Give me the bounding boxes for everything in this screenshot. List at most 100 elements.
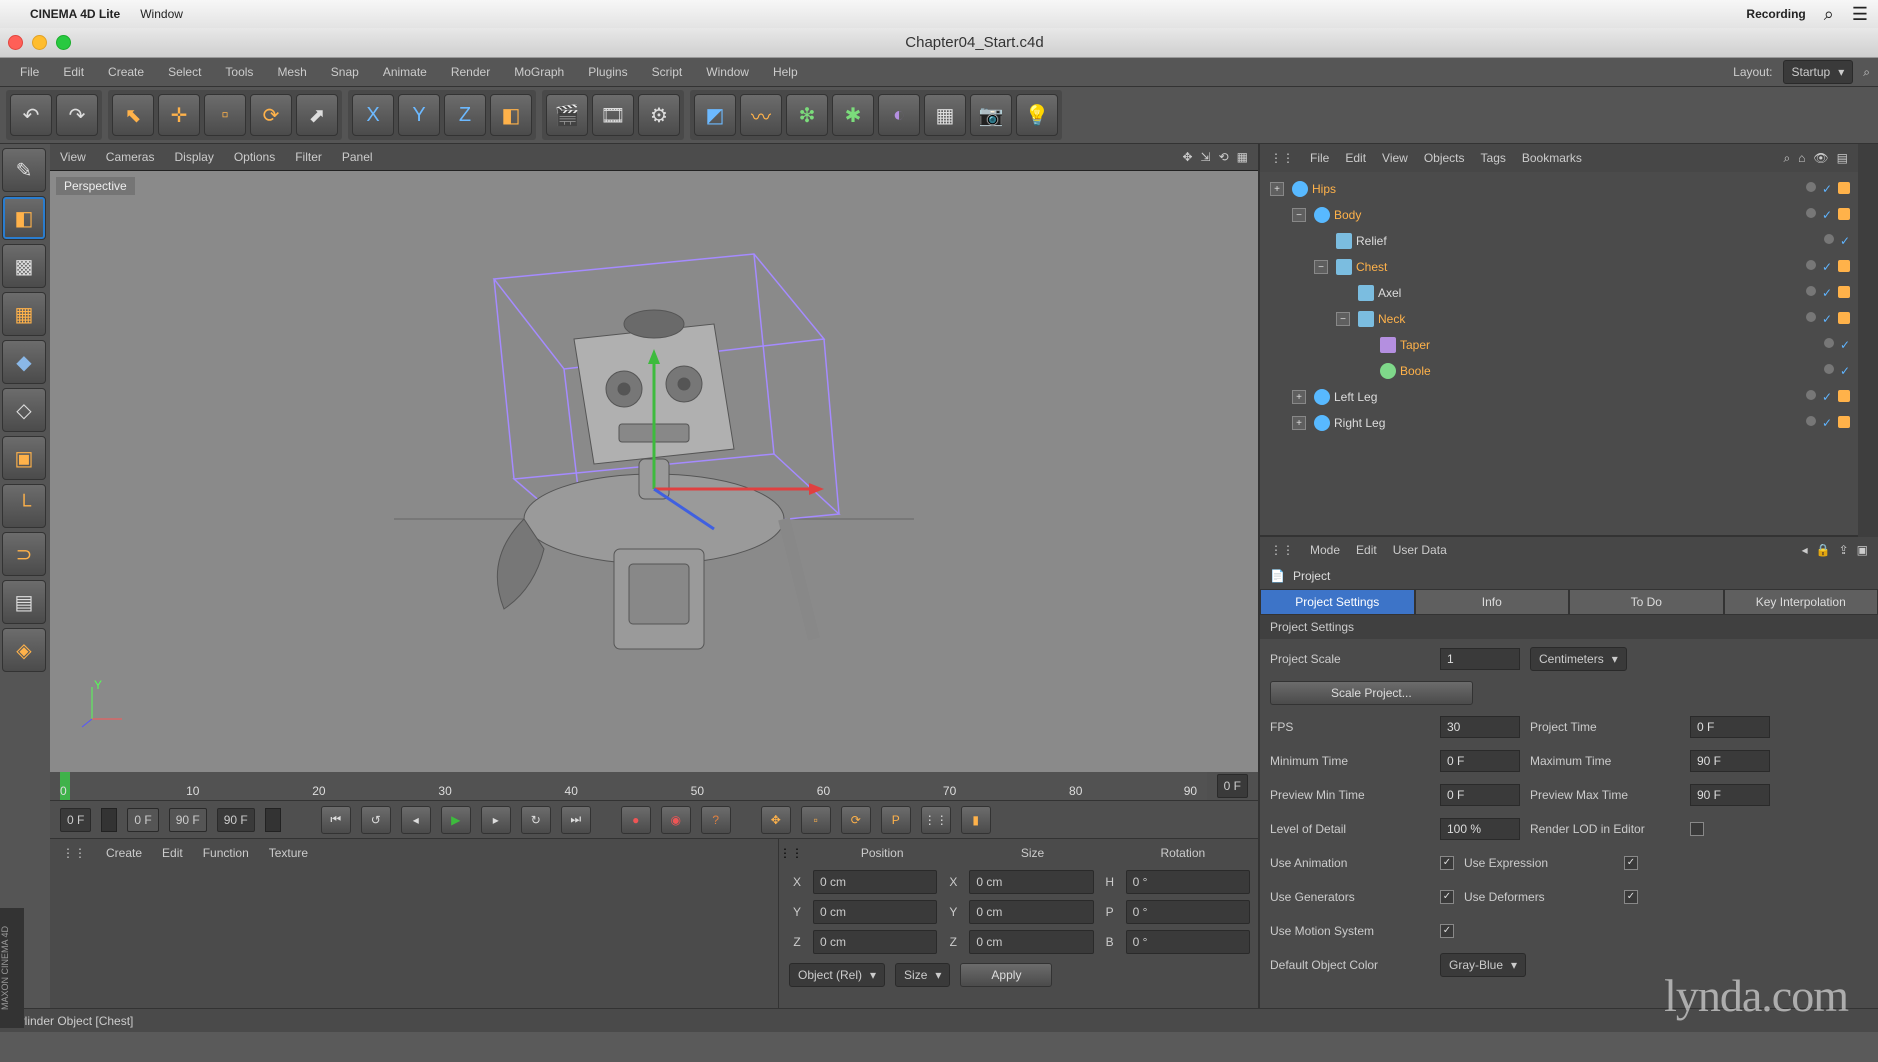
expand-toggle[interactable]: + (1270, 182, 1284, 196)
mm-edit[interactable]: Edit (162, 846, 183, 860)
tree-row[interactable]: + Left Leg✓ (1260, 384, 1858, 410)
vp-menu-cameras[interactable]: Cameras (106, 150, 155, 164)
tree-row[interactable]: Axel✓ (1260, 280, 1858, 306)
scale-project-button[interactable]: Scale Project... (1270, 681, 1473, 705)
object-name[interactable]: Right Leg (1334, 416, 1806, 430)
project-scale-field[interactable]: 1 (1440, 648, 1520, 670)
vp-nav-zoom-icon[interactable]: ⇲ (1201, 150, 1211, 164)
snap-toggle-button[interactable]: ⊃ (2, 532, 46, 576)
texture-mode-button[interactable]: ▩ (2, 244, 46, 288)
menu-script[interactable]: Script (640, 65, 695, 79)
mm-create[interactable]: Create (106, 846, 142, 860)
size-y-field[interactable]: 0 cm (969, 900, 1093, 924)
object-name[interactable]: Hips (1312, 182, 1806, 196)
menu-create[interactable]: Create (96, 65, 156, 79)
coords-grip-icon[interactable]: ⋮⋮ (779, 846, 803, 860)
key-parameter-button[interactable]: P (881, 806, 911, 834)
pos-y-field[interactable]: 0 cm (813, 900, 937, 924)
next-frame-button[interactable]: ▸ (481, 806, 511, 834)
points-mode-button[interactable]: ◆ (2, 340, 46, 384)
tree-row[interactable]: + Hips✓ (1260, 176, 1858, 202)
visibility-dots[interactable]: ✓ (1824, 364, 1850, 378)
object-name[interactable]: Chest (1356, 260, 1806, 274)
om-flat-icon[interactable]: ▤ (1837, 151, 1848, 166)
rot-b-field[interactable]: 0 ° (1126, 930, 1250, 954)
om-search-icon[interactable]: ⌕ (1783, 151, 1790, 166)
visibility-dots[interactable]: ✓ (1806, 182, 1850, 196)
object-name[interactable]: Left Leg (1334, 390, 1806, 404)
menu-plugins[interactable]: Plugins (576, 65, 639, 79)
om-file[interactable]: File (1310, 151, 1329, 165)
tree-row[interactable]: Relief✓ (1260, 228, 1858, 254)
om-edit[interactable]: Edit (1345, 151, 1366, 165)
primitive-cube-button[interactable]: ◩ (694, 94, 736, 136)
visibility-dots[interactable]: ✓ (1824, 338, 1850, 352)
timeline-ruler[interactable]: 0 10 20 30 40 50 60 70 80 90 (60, 772, 1207, 800)
go-end-button[interactable]: ⏭ (561, 806, 591, 834)
apply-button[interactable]: Apply (960, 963, 1052, 987)
tree-row[interactable]: −Chest✓ (1260, 254, 1858, 280)
layout-dropdown[interactable]: Startup ▾ (1783, 60, 1854, 84)
autokey-button[interactable]: ◉ (661, 806, 691, 834)
menu-select[interactable]: Select (156, 65, 213, 79)
spinner[interactable] (265, 808, 281, 832)
axis-mode-button[interactable]: └ (2, 484, 46, 528)
vp-menu-filter[interactable]: Filter (295, 150, 322, 164)
min-time-field[interactable]: 0 F (1440, 750, 1520, 772)
close-icon[interactable] (8, 35, 23, 50)
tree-row[interactable]: Taper✓ (1260, 332, 1858, 358)
tree-row[interactable]: −Body✓ (1260, 202, 1858, 228)
viewport[interactable]: Perspective (50, 170, 1258, 772)
mm-texture[interactable]: Texture (269, 846, 308, 860)
use-motion-checkbox[interactable]: ✓ (1440, 924, 1454, 938)
render-picture-viewer-button[interactable]: 🎞 (592, 94, 634, 136)
search-icon[interactable]: ⌕ (1863, 65, 1870, 80)
menu-mesh[interactable]: Mesh (265, 65, 318, 79)
coord-mode-dropdown[interactable]: Object (Rel) ▾ (789, 963, 885, 987)
key-position-button[interactable]: ✥ (761, 806, 791, 834)
object-name[interactable]: Body (1334, 208, 1806, 222)
manager-tabs[interactable] (1858, 144, 1878, 537)
environment-button[interactable]: ▦ (924, 94, 966, 136)
menu-snap[interactable]: Snap (319, 65, 371, 79)
visibility-dots[interactable]: ✓ (1806, 208, 1850, 222)
visibility-dots[interactable]: ✓ (1806, 286, 1850, 300)
size-mode-dropdown[interactable]: Size ▾ (895, 963, 950, 987)
am-lock-icon[interactable]: 🔒 (1816, 543, 1831, 557)
expand-toggle[interactable]: − (1314, 260, 1328, 274)
key-options-button[interactable]: ▮ (961, 806, 991, 834)
render-settings-button[interactable]: ⚙ (638, 94, 680, 136)
array-button[interactable]: ✱ (832, 94, 874, 136)
am-new-icon[interactable]: ▣ (1857, 543, 1868, 557)
spotlight-icon[interactable]: ⌕ (1824, 4, 1834, 25)
visibility-dots[interactable]: ✓ (1806, 312, 1850, 326)
vp-nav-rotate-icon[interactable]: ⟲ (1219, 150, 1229, 164)
pos-x-field[interactable]: 0 cm (813, 870, 937, 894)
edges-mode-button[interactable]: ◇ (2, 388, 46, 432)
om-bookmarks[interactable]: Bookmarks (1522, 151, 1582, 165)
om-view[interactable]: View (1382, 151, 1408, 165)
am-userdata[interactable]: User Data (1393, 543, 1447, 557)
om-home-icon[interactable]: ⌂ (1798, 151, 1805, 166)
end-frame-field[interactable]: 90 F (217, 808, 255, 832)
use-expression-checkbox[interactable]: ✓ (1624, 856, 1638, 870)
project-scale-unit[interactable]: Centimeters ▾ (1530, 647, 1627, 671)
default-color-dropdown[interactable]: Gray-Blue ▾ (1440, 953, 1526, 977)
object-name[interactable]: Taper (1400, 338, 1824, 352)
scale-tool[interactable]: ▫ (204, 94, 246, 136)
visibility-dots[interactable]: ✓ (1806, 390, 1850, 404)
vp-nav-layout-icon[interactable]: ▦ (1237, 150, 1248, 164)
spline-button[interactable]: 〰 (740, 94, 782, 136)
preview-min-field[interactable]: 0 F (1440, 784, 1520, 806)
object-tree[interactable]: +Hips✓−Body✓Relief✓−Chest✓Axel✓−Neck✓Tap… (1260, 172, 1858, 535)
menu-tools[interactable]: Tools (213, 65, 265, 79)
expand-toggle[interactable]: + (1292, 390, 1306, 404)
object-name[interactable]: Relief (1356, 234, 1824, 248)
range-start-field[interactable]: 0 F (127, 808, 158, 832)
camera-button[interactable]: 📷 (970, 94, 1012, 136)
axis-x-button[interactable]: X (352, 94, 394, 136)
key-scale-button[interactable]: ▫ (801, 806, 831, 834)
visibility-dots[interactable]: ✓ (1806, 416, 1850, 430)
redo-button[interactable]: ↷ (56, 94, 98, 136)
timeline[interactable]: 0 10 20 30 40 50 60 70 80 90 0 F (50, 772, 1258, 800)
